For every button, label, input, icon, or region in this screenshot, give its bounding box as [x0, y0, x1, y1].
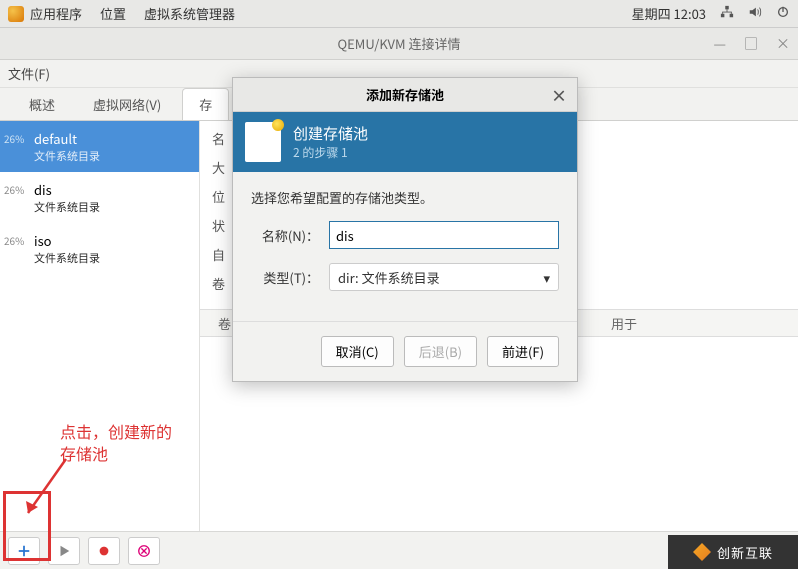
system-tray: 星期四 12:03: [632, 4, 790, 23]
watermark-icon: [693, 543, 711, 561]
pool-type: 文件系统目录: [34, 250, 189, 266]
window-maximize-button[interactable]: □: [744, 34, 758, 54]
pool-name-input[interactable]: [329, 221, 559, 249]
window-title: QEMU/KVM 连接详情: [337, 34, 460, 53]
dialog-body: 选择您希望配置的存储池类型。 名称(N)： 类型(T)： dir: 文件系统目录…: [233, 172, 577, 321]
pool-item-iso[interactable]: 26% iso 文件系统目录: [0, 223, 199, 274]
forward-button[interactable]: 前进(F): [487, 336, 559, 367]
pool-name: dis: [34, 180, 189, 199]
col-used-by: 用于: [611, 314, 637, 333]
record-icon: [97, 544, 111, 558]
add-storage-pool-dialog: 添加新存储池 × 创建存储池 2 的步骤 1 选择您希望配置的存储池类型。 名称…: [232, 77, 578, 382]
pool-type: 文件系统目录: [34, 199, 189, 215]
pool-item-default[interactable]: 26% default 文件系统目录: [0, 121, 199, 172]
pool-type: 文件系统目录: [34, 148, 189, 164]
pool-usage-pct: 26%: [4, 182, 24, 197]
apps-icon: [8, 6, 24, 22]
tab-storage[interactable]: 存: [182, 88, 229, 120]
cancel-button[interactable]: 取消(C): [321, 336, 394, 367]
file-menu[interactable]: 文件(F): [8, 64, 50, 83]
col-volume: 卷: [218, 314, 231, 333]
panel-menu-virtmanager[interactable]: 虚拟系统管理器: [144, 4, 235, 23]
add-pool-button[interactable]: [8, 537, 40, 565]
banner-heading: 创建存储池: [293, 123, 368, 144]
dialog-title: 添加新存储池: [366, 85, 444, 104]
start-pool-button[interactable]: [48, 537, 80, 565]
type-label: 类型(T)：: [251, 268, 319, 287]
watermark: 创新互联: [668, 535, 798, 569]
pool-name: default: [34, 129, 189, 148]
storage-pool-list: 26% default 文件系统目录 26% dis 文件系统目录 26% is…: [0, 121, 200, 531]
window-minimize-button[interactable]: —: [713, 34, 726, 54]
clock: 星期四 12:03: [632, 4, 706, 23]
pool-item-dis[interactable]: 26% dis 文件系统目录: [0, 172, 199, 223]
tab-virtual-networks[interactable]: 虚拟网络(V): [76, 88, 178, 120]
pool-name: iso: [34, 231, 189, 250]
pool-type-select[interactable]: dir: 文件系统目录 ▾: [329, 263, 559, 291]
pool-usage-pct: 26%: [4, 233, 24, 248]
tab-overview[interactable]: 概述: [12, 88, 72, 120]
panel-menu-places[interactable]: 位置: [100, 4, 126, 23]
dialog-titlebar: 添加新存储池 ×: [233, 78, 577, 112]
system-top-panel: 应用程序 位置 虚拟系统管理器 星期四 12:03: [0, 0, 798, 28]
delete-pool-button[interactable]: [128, 537, 160, 565]
dialog-prompt: 选择您希望配置的存储池类型。: [251, 188, 559, 207]
select-value: dir: 文件系统目录: [338, 268, 440, 287]
volume-icon[interactable]: [748, 4, 762, 23]
chevron-down-icon: ▾: [543, 268, 550, 287]
panel-menu-apps[interactable]: 应用程序: [30, 4, 82, 23]
stop-pool-button[interactable]: [88, 537, 120, 565]
window-close-button[interactable]: ×: [776, 34, 790, 54]
pool-usage-pct: 26%: [4, 131, 24, 146]
name-label: 名称(N)：: [251, 226, 319, 245]
dialog-button-row: 取消(C) 后退(B) 前进(F): [233, 321, 577, 381]
dialog-banner: 创建存储池 2 的步骤 1: [233, 112, 577, 172]
banner-step: 2 的步骤 1: [293, 144, 368, 161]
power-icon[interactable]: [776, 4, 790, 23]
window-titlebar: QEMU/KVM 连接详情 — □ ×: [0, 28, 798, 60]
plus-icon: [17, 544, 31, 558]
delete-icon: [137, 544, 151, 558]
play-icon: [57, 544, 71, 558]
watermark-text: 创新互联: [717, 543, 773, 562]
network-icon[interactable]: [720, 4, 734, 23]
back-button[interactable]: 后退(B): [404, 336, 477, 367]
dialog-close-button[interactable]: ×: [551, 83, 567, 107]
storage-pool-icon: [245, 122, 281, 162]
